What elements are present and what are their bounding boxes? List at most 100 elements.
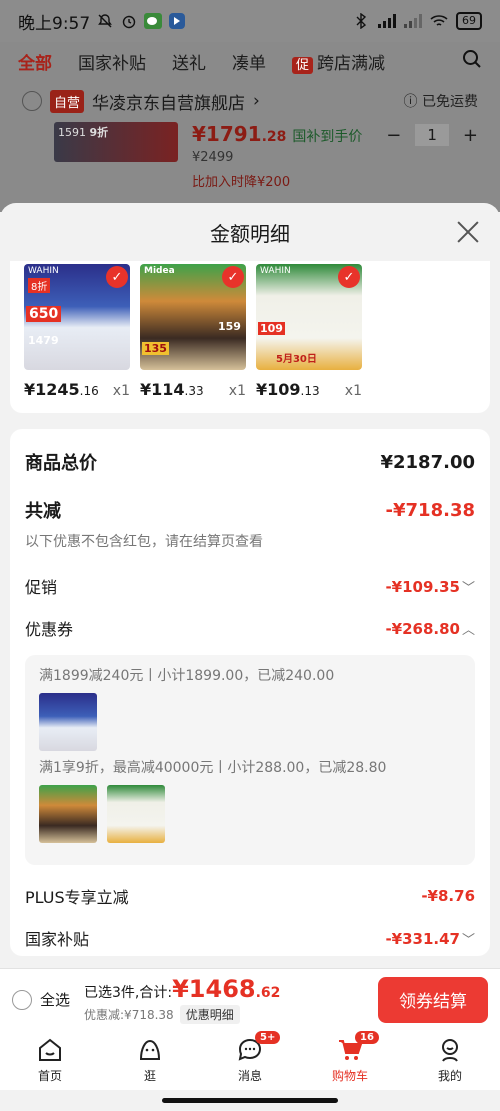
quantity-stepper: − 1 + xyxy=(386,124,478,146)
discount-amount: 优惠减:¥718.38 xyxy=(84,1008,174,1022)
item-thumbnail: WAHIN 8折 650 1479 ✓ xyxy=(24,264,130,370)
search-icon[interactable] xyxy=(462,49,482,74)
item-thumbnail: Midea 135 159 ✓ xyxy=(140,264,246,370)
selected-check-icon: ✓ xyxy=(106,266,128,288)
status-time: 晚上9:57 xyxy=(18,13,91,34)
promo-tag: 促 xyxy=(292,56,314,74)
tab-cross-store-label: 跨店满减 xyxy=(317,53,386,74)
original-price: ¥2499 xyxy=(192,150,234,165)
item-qty: x1 xyxy=(112,383,130,399)
tab-messages[interactable]: 5+ 消息 xyxy=(215,1030,285,1084)
items-card: WAHIN 8折 650 1479 ✓ ¥1245.16 x1 Midea 13… xyxy=(10,261,490,413)
signal-icon xyxy=(378,12,396,30)
promo-row[interactable]: 促销 -¥109.35 ﹀ xyxy=(25,565,475,607)
chevron-up-icon: ︿ xyxy=(461,622,475,638)
tab-profile[interactable]: 我的 xyxy=(415,1037,485,1084)
promo-label: 促销 xyxy=(25,578,58,597)
alarm-icon xyxy=(120,12,138,30)
cart-badge: 16 xyxy=(355,1030,379,1044)
tab-cart-label: 购物车 xyxy=(331,1068,368,1083)
profile-icon xyxy=(442,1038,458,1062)
tab-home-label: 首页 xyxy=(37,1068,62,1083)
plus-row: PLUS专享立减 -¥8.76 xyxy=(25,875,475,917)
total-value: ¥2187.00 xyxy=(380,451,475,473)
sheet-title: 金额明细 xyxy=(210,221,290,246)
store-name[interactable]: 华凌京东自营旗舰店 xyxy=(92,89,245,114)
discount-note: 以下优惠不包含红包，请在结算页查看 xyxy=(25,534,263,550)
selected-check-icon: ✓ xyxy=(222,266,244,288)
free-shipping-label: ⓘ 已免运费 xyxy=(403,94,478,110)
status-bar: 晚上9:57 69 xyxy=(0,0,500,42)
coupon-value: -¥268.80 ︿ xyxy=(385,619,475,638)
tab-all[interactable]: 全部 xyxy=(18,49,52,74)
reduce-row: 共减 -¥718.38 xyxy=(25,495,475,525)
tab-home[interactable]: 首页 xyxy=(15,1037,85,1084)
gov-subsidy-value: -¥331.47 ﹀ xyxy=(385,929,475,948)
total-row: 商品总价 ¥2187.00 xyxy=(25,429,475,495)
bottom-tab-bar: 首页 逛 5+ 消息 16 购物车 我的 xyxy=(0,1030,500,1090)
coupon-detail-box: 满1899减240元丨小计1899.00，已减240.00 满1享9折，最高减4… xyxy=(25,655,475,865)
subsidy-label: 国补到手价 xyxy=(292,129,363,145)
item-qty: x1 xyxy=(228,383,246,399)
gov-subsidy-label: 国家补贴 xyxy=(25,930,90,949)
chevron-down-icon: ﹀ xyxy=(461,932,475,948)
quantity-value[interactable]: 1 xyxy=(415,124,449,146)
checkout-summary: 已选3件,合计: ¥1468.62 优惠减:¥718.38 优惠明细 xyxy=(84,975,280,1024)
item-card[interactable]: WAHIN 109 5月30日 ✓ ¥109.13 x1 xyxy=(256,264,362,399)
total-label: 商品总价 xyxy=(25,453,97,474)
item-thumbnail: WAHIN 109 5月30日 ✓ xyxy=(256,264,362,370)
plus-label: PLUS专享立减 xyxy=(25,888,129,907)
browse-face-icon xyxy=(139,1039,161,1060)
home-icon xyxy=(39,1038,61,1061)
minus-button[interactable]: − xyxy=(386,125,401,146)
tab-browse-label: 逛 xyxy=(143,1068,156,1083)
coupon-line-2: 满1享9折，最高减40000元丨小计288.00，已减28.80 xyxy=(39,760,387,776)
chevron-right-icon: › xyxy=(253,91,260,111)
price-drop-note: 比加入时降¥200 xyxy=(192,175,291,190)
signal-icon-2 xyxy=(404,12,422,30)
coupon-row[interactable]: 优惠券 -¥268.80 ︿ xyxy=(25,607,475,649)
product-thumbnail[interactable]: 1591 9折 xyxy=(54,122,178,162)
tab-gift[interactable]: 送礼 xyxy=(172,49,206,74)
plus-button[interactable]: + xyxy=(463,125,478,146)
tab-profile-label: 我的 xyxy=(437,1068,462,1083)
item-price: ¥114.33 xyxy=(140,380,204,399)
tab-gov-subsidy[interactable]: 国家补贴 xyxy=(78,49,146,74)
coupon-label: 优惠券 xyxy=(25,620,74,639)
tab-cross-store[interactable]: 促跨店满减 xyxy=(292,49,385,74)
product-price: ¥1791.28 xyxy=(192,122,287,146)
close-icon[interactable] xyxy=(456,220,480,244)
wifi-icon xyxy=(430,12,448,30)
self-operated-badge: 自营 xyxy=(50,89,85,113)
discount-detail-button[interactable]: 优惠明细 xyxy=(179,1005,240,1024)
gov-subsidy-row[interactable]: 国家补贴 -¥331.47 ﹀ xyxy=(25,917,475,959)
coupon-line-1: 满1899减240元丨小计1899.00，已减240.00 xyxy=(39,668,335,684)
tab-cart[interactable]: 16 购物车 xyxy=(315,1030,385,1084)
tab-messages-label: 消息 xyxy=(237,1068,262,1083)
cart-filter-tabs: 全部 国家补贴 送礼 凑单 促跨店满减 xyxy=(0,42,500,80)
select-all-radio[interactable] xyxy=(12,989,32,1010)
wechat-icon xyxy=(144,12,163,30)
select-all-label[interactable]: 全选 xyxy=(40,989,70,1010)
cart-page-background: 全部 国家补贴 送礼 凑单 促跨店满减 自营 华凌京东自营旗舰店 › ⓘ 已免运… xyxy=(0,42,500,212)
item-price: ¥109.13 xyxy=(256,380,320,399)
coupon-item-thumbnail xyxy=(39,785,97,843)
coupon-item-thumbnail xyxy=(107,785,165,843)
battery-indicator: 69 xyxy=(456,12,482,30)
checkout-button[interactable]: 领券结算 xyxy=(378,976,488,1023)
product-row: 1591 9折 ¥1791.28 国补到手价 ¥2499 比加入时降¥200 −… xyxy=(0,122,500,190)
messages-badge: 5+ xyxy=(255,1030,281,1044)
checkout-total: ¥1468.62 xyxy=(172,975,281,1003)
selected-check-icon: ✓ xyxy=(338,266,360,288)
chevron-down-icon: ﹀ xyxy=(461,580,475,596)
app-notify-icon xyxy=(168,12,186,30)
sheet-header: 金额明细 xyxy=(0,203,500,261)
tab-add-on[interactable]: 凑单 xyxy=(232,49,266,74)
item-card[interactable]: WAHIN 8折 650 1479 ✓ ¥1245.16 x1 xyxy=(24,264,130,399)
tab-browse[interactable]: 逛 xyxy=(115,1037,185,1084)
item-card[interactable]: Midea 135 159 ✓ ¥114.33 x1 xyxy=(140,264,246,399)
home-indicator xyxy=(162,1098,338,1103)
store-select-radio[interactable] xyxy=(22,91,42,111)
item-qty: x1 xyxy=(344,383,362,399)
promo-value: -¥109.35 ﹀ xyxy=(385,577,475,596)
